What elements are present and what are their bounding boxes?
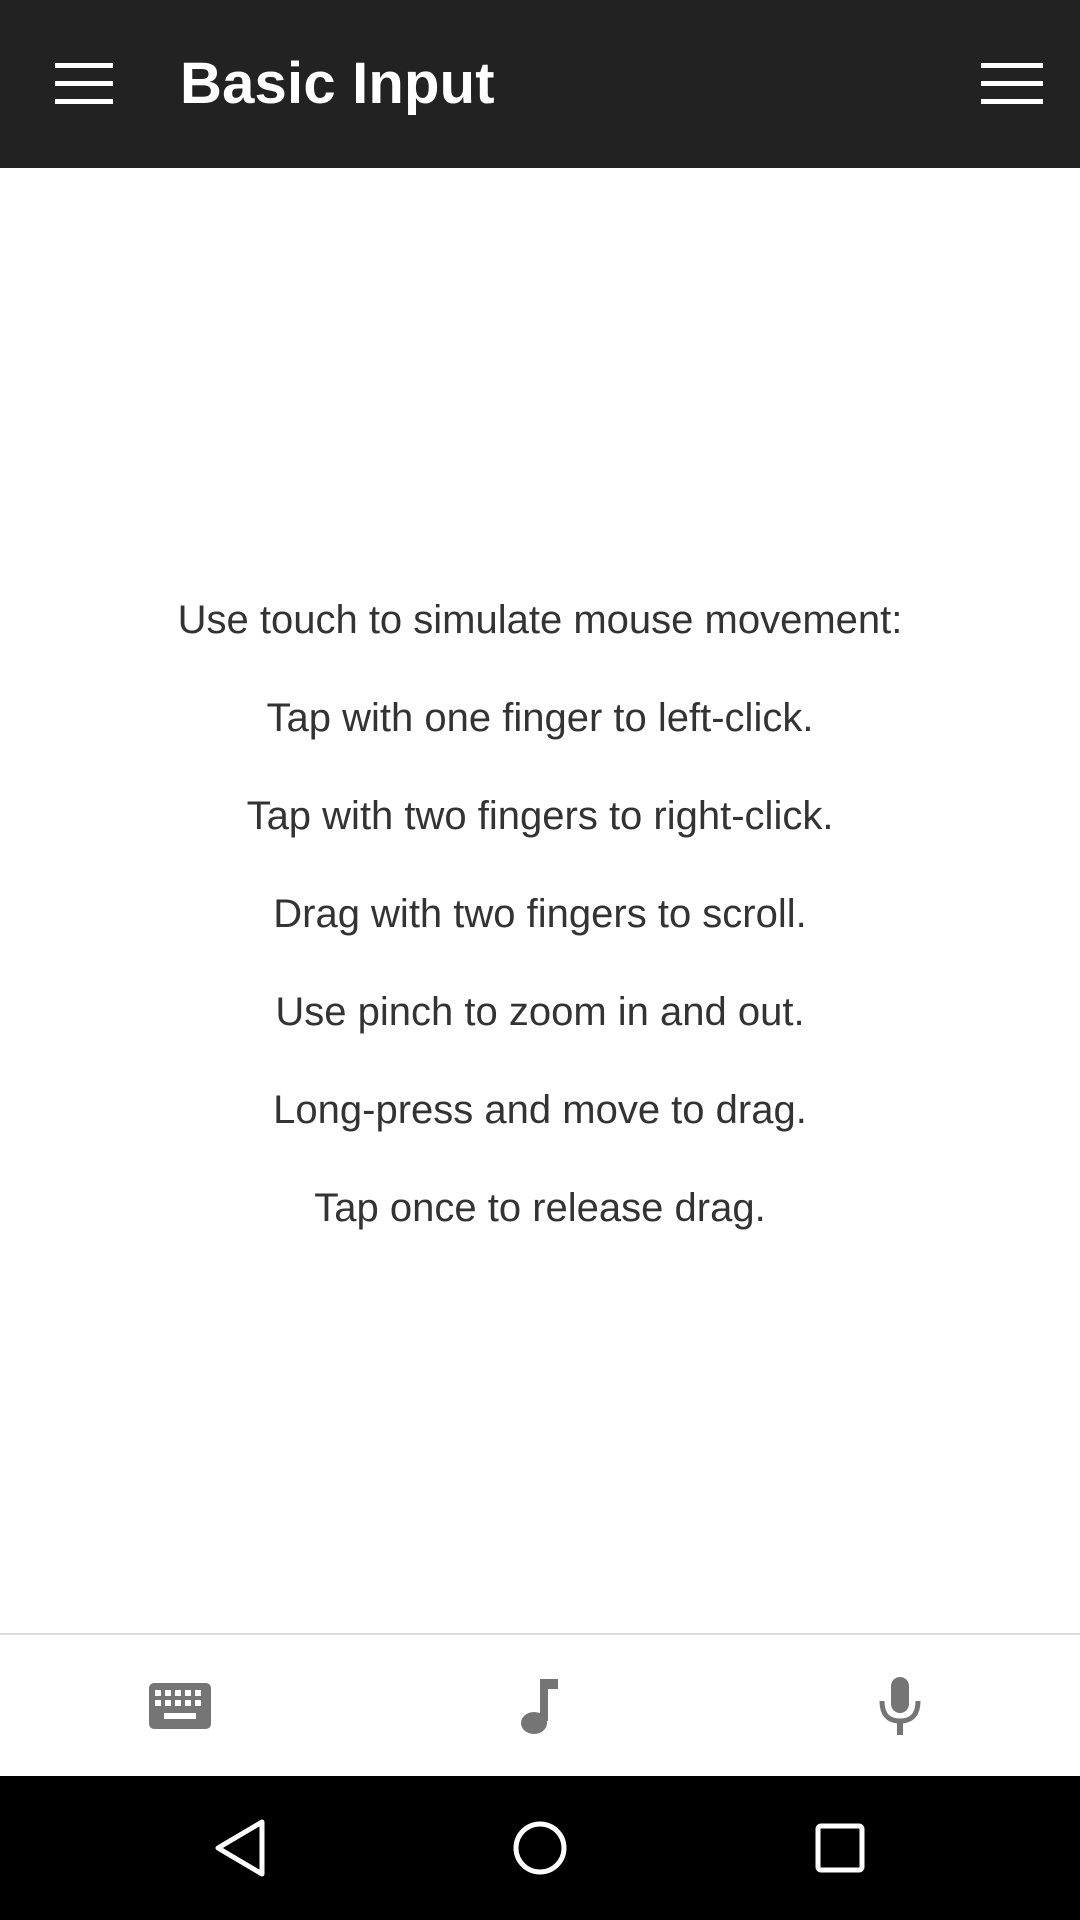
instruction-line: Use pinch to zoom in and out.	[275, 990, 805, 1034]
music-button[interactable]	[440, 1635, 640, 1776]
instruction-line: Long-press and move to drag.	[273, 1088, 807, 1132]
app-bar: Basic Input	[0, 0, 1080, 168]
instruction-line: Tap with one finger to left-click.	[266, 696, 814, 740]
touch-input-area[interactable]: Use touch to simulate mouse movement: Ta…	[0, 168, 1080, 1633]
system-navigation-bar	[0, 1776, 1080, 1920]
back-button[interactable]	[170, 1776, 310, 1920]
home-icon	[513, 1821, 567, 1875]
instruction-line: Drag with two fingers to scroll.	[273, 892, 807, 936]
page-title: Basic Input	[180, 51, 495, 116]
recents-icon	[815, 1823, 865, 1873]
overflow-menu-button[interactable]	[964, 48, 1060, 120]
instruction-list: Use touch to simulate mouse movement: Ta…	[0, 580, 1080, 1266]
recents-button[interactable]	[770, 1776, 910, 1920]
back-icon	[215, 1819, 265, 1877]
instruction-line: Use touch to simulate mouse movement:	[177, 598, 903, 642]
home-button[interactable]	[470, 1776, 610, 1920]
microphone-button[interactable]	[800, 1635, 1000, 1776]
bottom-toolbar	[0, 1633, 1080, 1776]
overflow-menu-icon	[981, 63, 1043, 104]
instruction-line: Tap once to release drag.	[314, 1186, 766, 1230]
instruction-line: Tap with two fingers to right-click.	[246, 794, 834, 838]
hamburger-menu-icon	[55, 63, 113, 104]
keyboard-icon	[149, 1682, 211, 1729]
microphone-icon	[879, 1676, 921, 1735]
navigation-menu-button[interactable]	[40, 48, 128, 120]
keyboard-button[interactable]	[80, 1635, 280, 1776]
music-note-icon	[521, 1678, 558, 1734]
